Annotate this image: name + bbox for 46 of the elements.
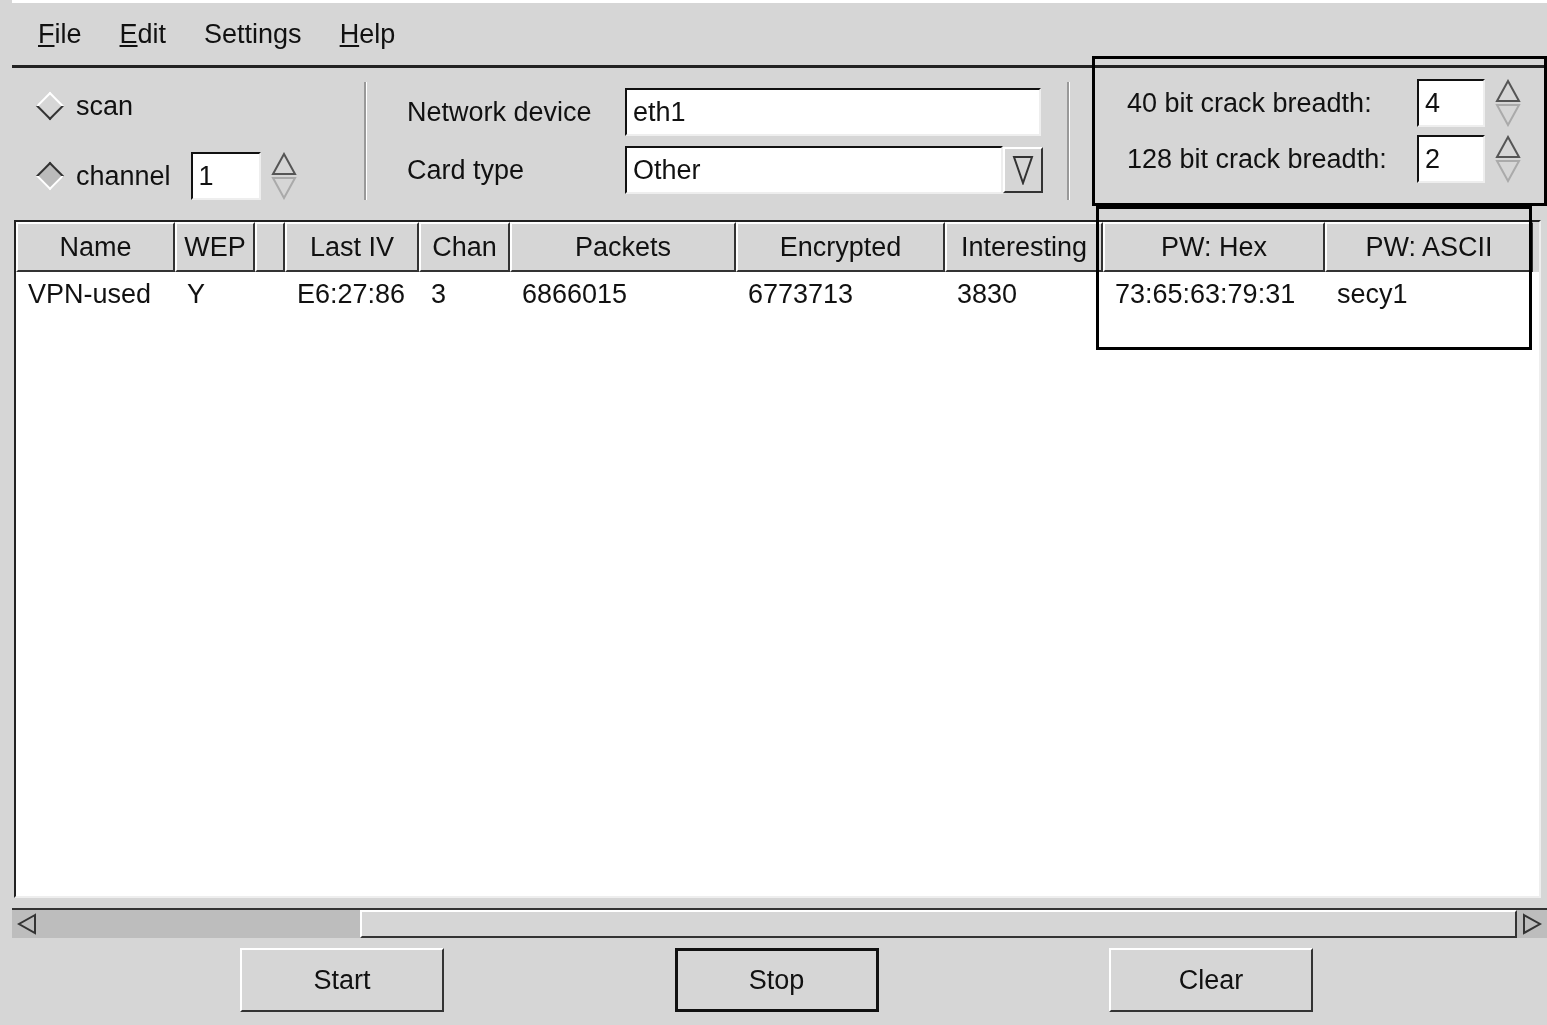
table-cell-text: 73:65:63:79:31	[1114, 277, 1297, 311]
column-header[interactable]: Name	[16, 222, 175, 272]
dropdown-button[interactable]	[1003, 147, 1043, 193]
caret-icon	[1012, 155, 1034, 185]
table-cell-text: 6773713	[747, 277, 855, 311]
table-cell-text: Y	[186, 277, 206, 311]
column-header[interactable]: Packets	[510, 222, 736, 272]
column-header[interactable]: PW: ASCII	[1325, 222, 1533, 272]
breadth-label: 128 bit crack breadth:	[1127, 143, 1388, 175]
card-type-field[interactable]: Other	[625, 146, 1003, 194]
breadth-field[interactable]: 4	[1417, 79, 1485, 127]
table-cell-text: E6:27:86	[296, 277, 407, 311]
scroll-right-icon[interactable]	[1522, 913, 1542, 935]
action-button[interactable]: Start	[240, 948, 444, 1012]
table-cell-text: 6866015	[521, 277, 629, 311]
device-label: Network device	[407, 96, 593, 128]
column-header[interactable]: Last IV	[285, 222, 419, 272]
horizontal-scrollbar[interactable]	[12, 908, 1547, 938]
spin-arrows-icon[interactable]	[1495, 135, 1521, 183]
column-header[interactable]: WEP	[175, 222, 255, 272]
column-header[interactable]	[255, 222, 285, 272]
table-cell-text: VPN-used	[27, 277, 153, 311]
table-cell-text: secy1	[1336, 277, 1409, 311]
column-header[interactable]: Interesting	[945, 222, 1103, 272]
menu-item[interactable]: Settings	[204, 18, 302, 50]
radio-label: channel	[76, 160, 171, 192]
scrollbar-thumb[interactable]	[360, 910, 1517, 938]
action-button[interactable]: Stop	[674, 948, 879, 1012]
column-header[interactable]: Chan	[419, 222, 510, 272]
breadth-label: 40 bit crack breadth:	[1127, 87, 1373, 119]
menu-item[interactable]: Help	[339, 18, 396, 50]
table-cell-text: 3	[430, 277, 448, 311]
device-field[interactable]: eth1	[625, 88, 1041, 136]
column-header[interactable]: Encrypted	[736, 222, 945, 272]
table-cell-text: 3830	[956, 277, 1019, 311]
column-header[interactable]: PW: Hex	[1103, 222, 1325, 272]
spin-arrows-icon[interactable]	[270, 152, 297, 200]
menu-item[interactable]: File	[38, 18, 82, 50]
channel-field[interactable]: 1	[190, 152, 261, 200]
breadth-field[interactable]: 2	[1417, 135, 1485, 183]
card-type-label: Card type	[407, 154, 526, 186]
radio-label: scan	[76, 90, 134, 122]
spin-arrows-icon[interactable]	[1495, 79, 1521, 127]
action-button[interactable]: Clear	[1109, 948, 1313, 1012]
menu-item[interactable]: Edit	[119, 18, 167, 50]
scroll-left-icon[interactable]	[17, 913, 37, 935]
